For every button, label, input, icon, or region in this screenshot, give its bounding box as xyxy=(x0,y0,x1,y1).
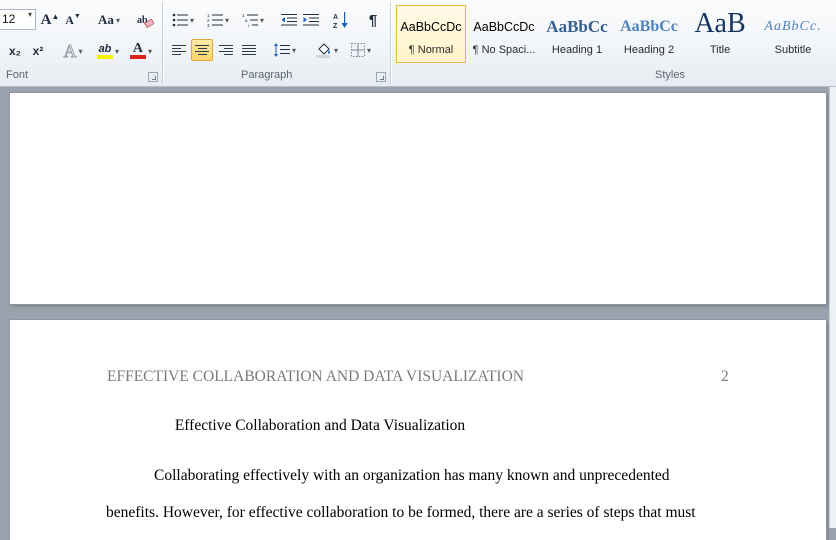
paragraph-line: benefits. However, for effective collabo… xyxy=(106,504,696,521)
style-subtitle[interactable]: AaBbCc. Subtitle xyxy=(756,5,830,63)
paragraph-dialog-launcher[interactable] xyxy=(376,72,386,82)
subscript-button[interactable]: x₂ xyxy=(4,40,26,62)
sort-button[interactable]: AZ xyxy=(330,9,352,31)
multilevel-list-button[interactable]: 1ai xyxy=(238,9,268,31)
style-sample: AaBbCcDc xyxy=(400,20,462,34)
style-name: ¶ Normal xyxy=(408,44,454,56)
svg-text:3: 3 xyxy=(207,23,210,27)
style-sample: AaBbCc xyxy=(620,18,678,35)
bullets-button[interactable] xyxy=(168,9,198,31)
ribbon: 12 ▾ A▲ A▼ Aa ab x₂ x² A ab A Font 12 xyxy=(0,0,836,87)
style-name: Subtitle xyxy=(774,44,812,56)
style-name: Title xyxy=(709,44,731,56)
style-no-spacing[interactable]: AaBbCcDc ¶ No Spaci... xyxy=(468,5,540,63)
svg-text:i: i xyxy=(248,23,249,27)
align-left-icon xyxy=(172,43,186,57)
paragraph-group-label: Paragraph xyxy=(241,69,293,81)
clear-formatting-icon: ab xyxy=(137,15,154,29)
shrink-font-button[interactable]: A ▼ xyxy=(63,9,83,31)
sort-icon: AZ xyxy=(333,12,348,29)
justify-icon xyxy=(242,43,256,57)
style-sample: AaBbCcDc xyxy=(473,20,535,34)
align-right-button[interactable] xyxy=(215,39,237,61)
style-heading-2[interactable]: AaBbCc Heading 2 xyxy=(614,5,684,63)
change-case-button[interactable]: Aa xyxy=(94,9,124,31)
style-heading-1[interactable]: AaBbCc Heading 1 xyxy=(542,5,612,63)
font-color-button[interactable]: A xyxy=(126,40,156,62)
style-name: Heading 1 xyxy=(551,44,603,56)
align-center-button[interactable] xyxy=(191,39,213,61)
line-spacing-icon xyxy=(273,43,290,57)
borders-icon xyxy=(350,43,365,57)
font-group-label: Font xyxy=(6,69,29,81)
style-sample: AaB xyxy=(694,8,746,39)
line-spacing-button[interactable] xyxy=(270,39,300,61)
align-left-button[interactable] xyxy=(168,39,190,61)
justify-button[interactable] xyxy=(238,39,260,61)
numbering-icon: 123 xyxy=(207,13,223,27)
style-normal[interactable]: AaBbCcDc ¶ Normal xyxy=(396,5,466,63)
decrease-indent-button[interactable] xyxy=(278,9,300,31)
decrease-indent-icon xyxy=(281,14,297,26)
document-title: Effective Collaboration and Data Visuali… xyxy=(174,417,466,434)
align-right-icon xyxy=(219,43,233,57)
style-name: Heading 2 xyxy=(623,44,675,56)
text-effects-button[interactable]: A xyxy=(58,40,88,62)
increase-indent-icon xyxy=(303,14,319,26)
borders-button[interactable] xyxy=(346,39,376,61)
increase-indent-button[interactable] xyxy=(300,9,322,31)
align-center-icon xyxy=(195,43,209,57)
page-number: 2 xyxy=(721,368,729,385)
superscript-button[interactable]: x² xyxy=(27,40,49,62)
numbering-button[interactable]: 123 xyxy=(202,9,234,31)
document-page[interactable]: EFFECTIVE COLLABORATION AND DATA VISUALI… xyxy=(10,320,826,540)
font-dialog-launcher[interactable] xyxy=(148,72,158,82)
styles-group-label: Styles xyxy=(655,69,685,81)
shading-button[interactable] xyxy=(312,39,342,61)
paragraph-line: Collaborating effectively with an organi… xyxy=(154,467,670,484)
style-name: ¶ No Spaci... xyxy=(472,44,536,56)
running-head: EFFECTIVE COLLABORATION AND DATA VISUALI… xyxy=(107,368,524,385)
style-sample: AaBbCc xyxy=(546,17,608,36)
font-size-dropdown-icon[interactable]: ▾ xyxy=(28,10,32,19)
multilevel-list-icon: 1ai xyxy=(242,13,258,27)
ribbon-separator xyxy=(390,2,391,84)
style-sample: AaBbCc. xyxy=(764,19,822,34)
svg-text:Z: Z xyxy=(333,23,338,29)
show-formatting-button[interactable]: ¶ xyxy=(362,9,384,31)
font-color-swatch xyxy=(129,55,146,59)
shading-bucket-icon xyxy=(315,43,330,58)
ribbon-separator xyxy=(162,2,163,84)
vertical-scrollbar[interactable] xyxy=(829,87,836,528)
svg-text:A: A xyxy=(333,14,338,21)
highlight-color-button[interactable]: ab xyxy=(92,40,124,62)
styles-gallery: AaBbCcDc ¶ Normal AaBbCcDc ¶ No Spaci...… xyxy=(396,5,834,65)
document-page[interactable] xyxy=(10,93,826,304)
grow-font-button[interactable]: A ▲ xyxy=(40,9,60,31)
style-title[interactable]: AaB Title xyxy=(686,5,754,63)
highlight-color-swatch xyxy=(96,54,113,59)
bullets-icon xyxy=(172,13,188,27)
clear-formatting-button[interactable]: ab xyxy=(134,9,156,31)
